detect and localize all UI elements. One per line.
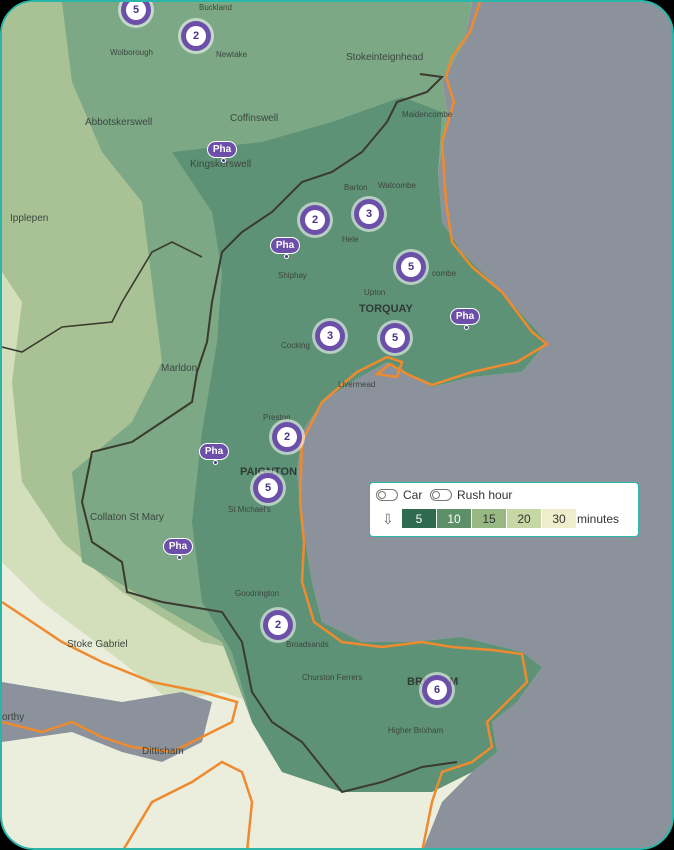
pharmacy-cluster[interactable]: 2 — [181, 21, 211, 51]
car-toggle[interactable]: Car — [376, 488, 422, 502]
pharmacy-cluster[interactable]: 3 — [315, 321, 345, 351]
place-collaton: Collaton St Mary — [90, 512, 164, 523]
place-livermead: Livermead — [338, 380, 375, 389]
pharmacy-marker[interactable]: Pha — [207, 141, 237, 163]
travel-time-legend: Car Rush hour ⇩ 5 10 15 20 30 minutes — [369, 482, 639, 537]
place-abbotskerswell: Abbotskerswell — [85, 117, 152, 128]
place-buckland: Buckland — [199, 3, 232, 12]
place-upton: Upton — [364, 288, 385, 297]
place-torquay: TORQUAY — [359, 303, 413, 315]
rush-hour-label: Rush hour — [457, 488, 513, 502]
place-cockington: Cocking — [281, 341, 310, 350]
place-wolborough: Wolborough — [110, 48, 153, 57]
place-goodrington: Goodrington — [235, 589, 279, 598]
pharmacy-cluster[interactable]: 6 — [422, 675, 452, 705]
pharmacy-marker[interactable]: Pha — [199, 443, 229, 465]
time-bins: 5 10 15 20 30 — [402, 509, 577, 528]
place-st-michaels: St Michael's — [228, 505, 271, 514]
bin-5[interactable]: 5 — [402, 509, 436, 528]
place-hele: Hele — [342, 235, 359, 244]
car-switch-icon — [376, 489, 398, 501]
place-worthy: orthy — [2, 712, 24, 723]
place-combe: combe — [432, 269, 457, 278]
rush-hour-switch-icon — [430, 489, 452, 501]
place-barton: Barton — [344, 183, 368, 192]
place-stoke-gabriel: Stoke Gabriel — [67, 639, 128, 650]
pharmacy-cluster[interactable]: 5 — [380, 323, 410, 353]
place-shiphay: Shiphay — [278, 271, 307, 280]
place-coffinswell: Coffinswell — [230, 113, 278, 124]
pharmacy-cluster[interactable]: 5 — [253, 473, 283, 503]
place-preston: Preston — [263, 413, 291, 422]
place-churston: Churston Ferrers — [302, 673, 362, 682]
bin-30[interactable]: 30 — [542, 509, 576, 528]
place-watcombe: Watcombe — [378, 181, 416, 190]
bin-20[interactable]: 20 — [507, 509, 541, 528]
map-frame[interactable]: Buckland Wolborough Newtake Stokeinteign… — [0, 0, 674, 850]
pharmacy-cluster[interactable]: 3 — [354, 199, 384, 229]
pharmacy-marker[interactable]: Pha — [450, 308, 480, 330]
place-higher-brixham: Higher Brixham — [388, 726, 443, 735]
place-ipplepen: Ipplepen — [10, 213, 48, 224]
bin-10[interactable]: 10 — [437, 509, 471, 528]
pharmacy-marker[interactable]: Pha — [270, 237, 300, 259]
pharmacy-marker[interactable]: Pha — [163, 538, 193, 560]
pharmacy-cluster[interactable]: 5 — [396, 252, 426, 282]
place-marldon: Marldon — [161, 363, 197, 374]
map-canvas[interactable]: Buckland Wolborough Newtake Stokeinteign… — [2, 2, 674, 850]
bin-15[interactable]: 15 — [472, 509, 506, 528]
units-label: minutes — [577, 512, 620, 526]
pharmacy-cluster[interactable]: 2 — [300, 205, 330, 235]
place-broadsands: Broadsands — [286, 640, 329, 649]
place-dittisham: Dittisham — [142, 746, 184, 757]
location-pin-icon[interactable]: ⇩ — [382, 511, 394, 528]
rush-hour-toggle[interactable]: Rush hour — [430, 488, 512, 502]
pharmacy-cluster[interactable]: 2 — [263, 610, 293, 640]
place-newtake: Newtake — [216, 50, 248, 59]
place-stokeinteignhead: Stokeinteignhead — [346, 52, 423, 63]
pharmacy-cluster[interactable]: 2 — [272, 422, 302, 452]
place-maidencombe: Maidencombe — [402, 110, 453, 119]
car-label: Car — [403, 488, 423, 502]
